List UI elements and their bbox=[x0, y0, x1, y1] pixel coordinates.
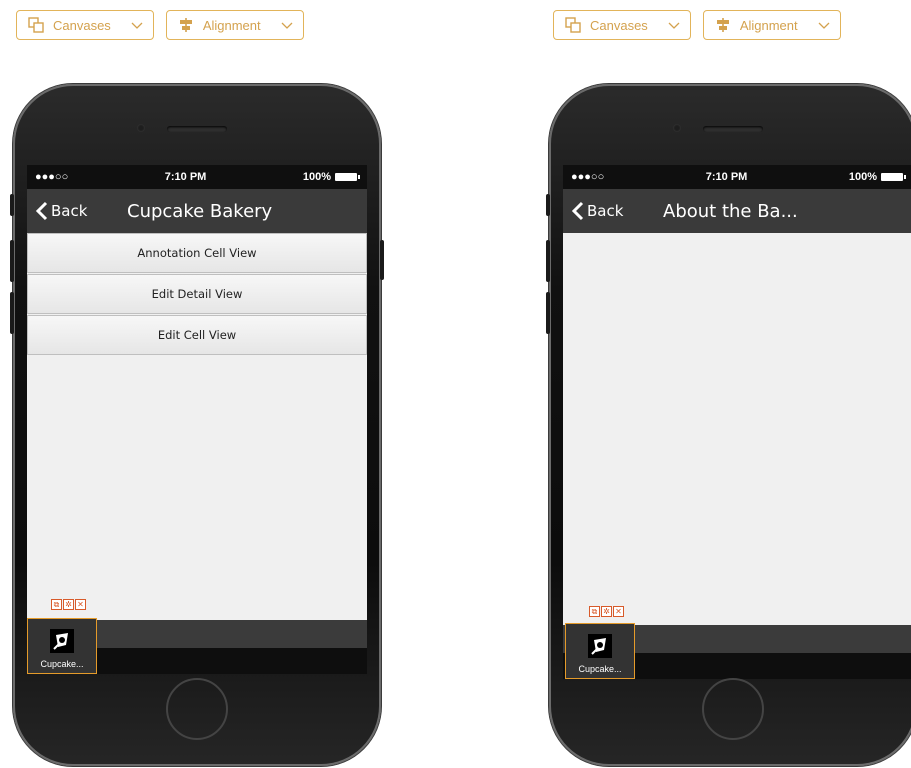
battery-indicator: 100% bbox=[848, 171, 906, 183]
settings-icon[interactable]: ✲ bbox=[601, 606, 612, 617]
canvases-label: Canvases bbox=[53, 17, 111, 33]
mute-switch bbox=[546, 194, 550, 216]
widget-tools: ⧉ ✲ ✕ bbox=[589, 606, 624, 617]
widget-label: Cupcake... bbox=[578, 664, 622, 674]
edit-cell-view-button[interactable]: Edit Cell View bbox=[27, 315, 367, 355]
volume-down-button bbox=[546, 292, 550, 334]
phone-screen-1: ●●●○○ 7:10 PM 100% Back Cupcake Bakery A… bbox=[27, 165, 367, 674]
back-label: Back bbox=[587, 202, 624, 220]
nav-title: Cupcake Bakery bbox=[127, 200, 273, 222]
mute-switch bbox=[10, 194, 14, 216]
chevron-left-icon bbox=[35, 201, 48, 221]
nav-title: About the Ba... bbox=[663, 200, 798, 222]
battery-indicator: 100% bbox=[302, 171, 360, 183]
alignment-label: Alignment bbox=[739, 17, 798, 33]
canvases-icon bbox=[27, 16, 45, 34]
alignment-icon bbox=[714, 16, 732, 34]
canvases-dropdown[interactable]: Canvases bbox=[553, 10, 691, 40]
back-label: Back bbox=[51, 202, 88, 220]
alignment-label: Alignment bbox=[202, 17, 261, 33]
status-time: 7:10 PM bbox=[705, 171, 748, 183]
copy-icon[interactable]: ⧉ bbox=[51, 599, 62, 610]
chevron-down-icon bbox=[131, 22, 143, 29]
battery-icon bbox=[880, 173, 906, 181]
navigation-bar: Back About the Ba... bbox=[563, 189, 911, 233]
toolbar-left: Canvases Alignment bbox=[16, 10, 304, 42]
status-time: 7:10 PM bbox=[164, 171, 207, 183]
navigation-bar: Back Cupcake Bakery bbox=[27, 189, 367, 233]
phone-screen-2: ●●●○○ 7:10 PM 100% Back About the Ba... bbox=[563, 165, 911, 679]
copy-icon[interactable]: ⧉ bbox=[589, 606, 600, 617]
close-icon[interactable]: ✕ bbox=[75, 599, 86, 610]
battery-percent: 100% bbox=[302, 171, 331, 183]
alignment-dropdown[interactable]: Alignment bbox=[702, 10, 841, 40]
chevron-down-icon bbox=[818, 22, 830, 29]
volume-up-button bbox=[546, 240, 550, 282]
signal-indicator: ●●●○○ bbox=[35, 171, 69, 183]
status-bar: ●●●○○ 7:10 PM 100% bbox=[563, 165, 911, 189]
alignment-dropdown[interactable]: Alignment bbox=[165, 10, 304, 40]
camera-icon bbox=[137, 124, 145, 132]
edit-detail-view-button[interactable]: Edit Detail View bbox=[27, 274, 367, 314]
canvases-dropdown[interactable]: Canvases bbox=[16, 10, 154, 40]
canvases-label: Canvases bbox=[590, 17, 648, 33]
volume-down-button bbox=[10, 292, 14, 334]
button-list: Annotation Cell View Edit Detail View Ed… bbox=[27, 233, 367, 355]
back-button[interactable]: Back bbox=[27, 201, 105, 221]
app-icon bbox=[588, 634, 612, 658]
speaker-grille bbox=[703, 126, 763, 132]
chevron-down-icon bbox=[281, 22, 293, 29]
battery-icon bbox=[334, 173, 360, 181]
alignment-icon bbox=[177, 16, 195, 34]
home-button[interactable] bbox=[166, 678, 228, 740]
status-bar: ●●●○○ 7:10 PM 100% bbox=[27, 165, 367, 189]
power-button bbox=[380, 240, 384, 280]
signal-indicator: ●●●○○ bbox=[571, 171, 605, 183]
toolbar-right: Canvases Alignment bbox=[553, 10, 841, 42]
canvases-icon bbox=[564, 16, 582, 34]
app-widget[interactable]: Cupcake... bbox=[27, 618, 97, 674]
back-button[interactable]: Back bbox=[563, 201, 641, 221]
close-icon[interactable]: ✕ bbox=[613, 606, 624, 617]
app-widget[interactable]: Cupcake... bbox=[565, 623, 635, 679]
home-button[interactable] bbox=[702, 678, 764, 740]
chevron-left-icon bbox=[571, 201, 584, 221]
camera-icon bbox=[673, 124, 681, 132]
settings-icon[interactable]: ✲ bbox=[63, 599, 74, 610]
volume-up-button bbox=[10, 240, 14, 282]
widget-tools: ⧉ ✲ ✕ bbox=[51, 599, 86, 610]
annotation-cell-view-button[interactable]: Annotation Cell View bbox=[27, 233, 367, 273]
widget-label: Cupcake... bbox=[40, 659, 84, 669]
speaker-grille bbox=[167, 126, 227, 132]
chevron-down-icon bbox=[668, 22, 680, 29]
battery-percent: 100% bbox=[848, 171, 877, 183]
app-icon bbox=[50, 629, 74, 653]
